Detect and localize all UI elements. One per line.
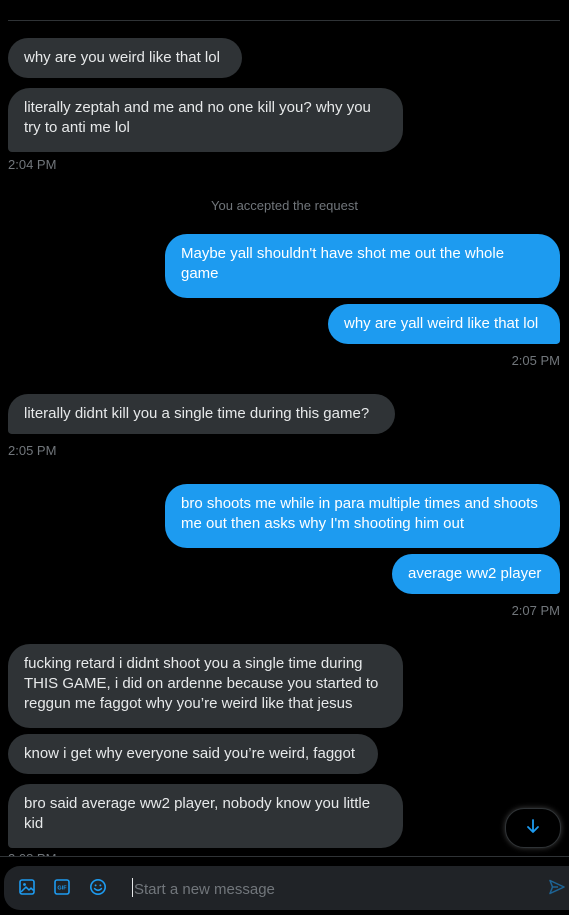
message-incoming[interactable]: literally zeptah and me and no one kill … [8,88,403,152]
message-outgoing[interactable]: Maybe yall shouldn't have shot me out th… [165,234,560,298]
message-timestamp: 2:05 PM [8,443,57,458]
emoji-icon[interactable] [88,877,108,897]
text-cursor [132,878,133,897]
image-icon[interactable] [17,877,37,897]
message-input[interactable] [132,876,536,902]
message-incoming[interactable]: fucking retard i didnt shoot you a singl… [8,644,403,728]
message-text: know i get why everyone said you’re weir… [24,745,356,762]
message-text: bro said average ww2 player, nobody know… [24,795,371,832]
message-text: literally didnt kill you a single time d… [24,405,370,422]
message-incoming[interactable]: why are you weird like that lol [8,38,242,78]
message-text: literally zeptah and me and no one kill … [24,99,371,136]
message-timestamp: 2:05 PM [511,353,560,368]
message-timestamp: 2:07 PM [511,603,560,618]
message-incoming[interactable]: literally didnt kill you a single time d… [8,394,395,434]
svg-text:GIF: GIF [57,886,67,892]
gif-icon[interactable]: GIF [52,877,72,897]
message-text: Maybe yall shouldn't have shot me out th… [181,245,505,282]
message-text: bro shoots me while in para multiple tim… [181,495,538,532]
send-icon[interactable] [547,877,567,897]
message-outgoing[interactable]: why are yall weird like that lol [328,304,560,344]
message-text: why are you weird like that lol [24,49,220,66]
scroll-to-bottom-button[interactable] [505,808,561,848]
message-incoming[interactable]: know i get why everyone said you’re weir… [8,734,378,774]
system-notice: You accepted the request [211,198,358,213]
message-outgoing[interactable]: average ww2 player [392,554,560,594]
message-text: average ww2 player [408,565,542,582]
header-divider [8,20,560,21]
arrow-down-icon [525,818,541,839]
message-timestamp: 2:04 PM [8,157,57,172]
message-incoming[interactable]: bro said average ww2 player, nobody know… [8,784,403,848]
message-outgoing[interactable]: bro shoots me while in para multiple tim… [165,484,560,548]
message-text: why are yall weird like that lol [344,315,539,332]
message-text: fucking retard i didnt shoot you a singl… [24,655,379,712]
